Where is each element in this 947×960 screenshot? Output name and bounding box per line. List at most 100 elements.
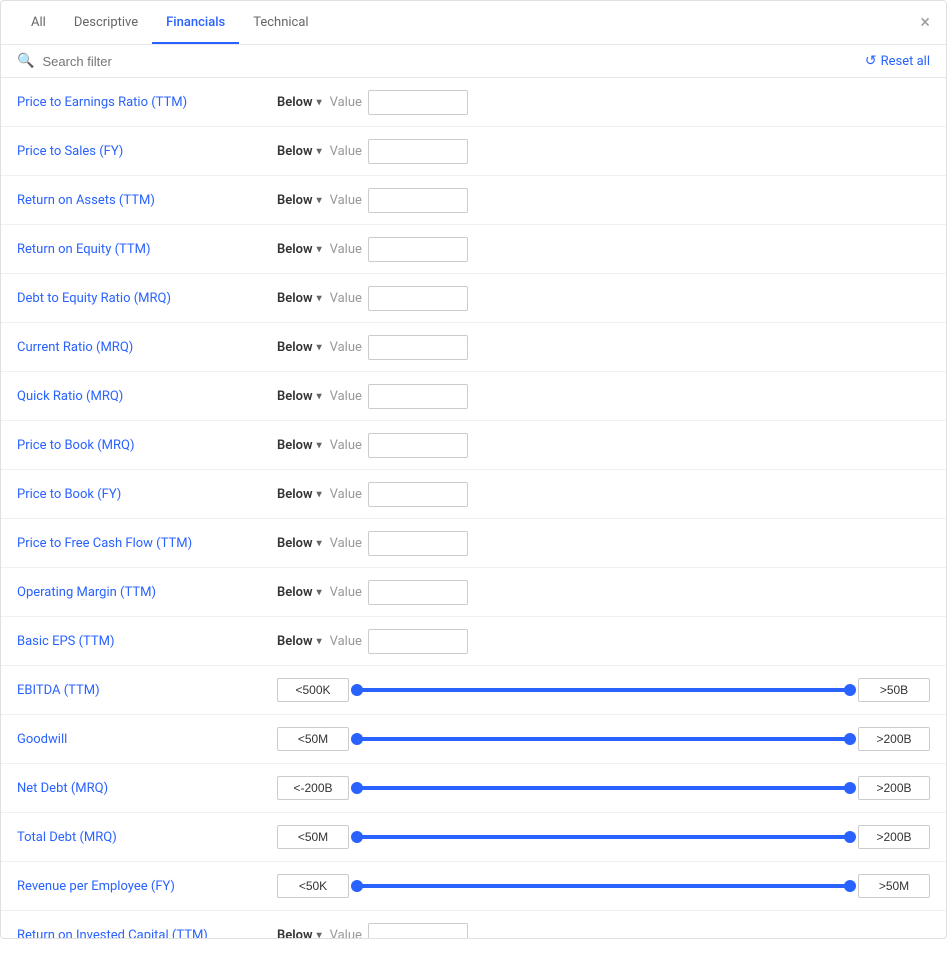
filter-row-pb-fy: Price to Book (FY) Below ▾ Value <box>1 470 946 519</box>
below-label: Below <box>277 291 313 306</box>
slider-ebitda <box>277 678 930 702</box>
tab-descriptive[interactable]: Descriptive <box>60 3 152 44</box>
filter-label-ps-ratio: Price to Sales (FY) <box>17 144 277 159</box>
below-dropdown-pfcf[interactable]: Below ▾ <box>277 536 322 551</box>
below-label: Below <box>277 928 313 938</box>
filter-row-ebitda: EBITDA (TTM) <box>1 666 946 715</box>
filter-label-total-debt: Total Debt (MRQ) <box>17 830 277 845</box>
slider-min-goodwill[interactable] <box>277 727 349 751</box>
below-dropdown-roa[interactable]: Below ▾ <box>277 193 322 208</box>
filter-label-pb-mrq: Price to Book (MRQ) <box>17 438 277 453</box>
slider-track-total-debt[interactable] <box>357 835 850 839</box>
search-icon: 🔍 <box>17 53 34 69</box>
value-input-basic-eps[interactable] <box>368 629 468 654</box>
chevron-down-icon: ▾ <box>317 930 322 938</box>
value-input-roic[interactable] <box>368 923 468 938</box>
slider-thumb-left-rev-employee[interactable] <box>351 880 363 892</box>
slider-min-ebitda[interactable] <box>277 678 349 702</box>
value-input-quick-ratio[interactable] <box>368 384 468 409</box>
chevron-down-icon: ▾ <box>317 636 322 647</box>
slider-max-total-debt[interactable] <box>858 825 930 849</box>
below-dropdown-ps-ratio[interactable]: Below ▾ <box>277 144 322 159</box>
slider-thumb-left-total-debt[interactable] <box>351 831 363 843</box>
filter-row-pfcf: Price to Free Cash Flow (TTM) Below ▾ Va… <box>1 519 946 568</box>
tab-financials[interactable]: Financials <box>152 3 239 44</box>
filter-row-op-margin: Operating Margin (TTM) Below ▾ Value <box>1 568 946 617</box>
slider-thumb-right-goodwill[interactable] <box>844 733 856 745</box>
reset-all-button[interactable]: ↺ Reset all <box>865 53 930 69</box>
below-dropdown-roe[interactable]: Below ▾ <box>277 242 322 257</box>
filter-label-rev-employee: Revenue per Employee (FY) <box>17 879 277 894</box>
value-input-ps-ratio[interactable] <box>368 139 468 164</box>
filter-label-basic-eps: Basic EPS (TTM) <box>17 634 277 649</box>
value-input-roe[interactable] <box>368 237 468 262</box>
value-input-pb-fy[interactable] <box>368 482 468 507</box>
filter-label-op-margin: Operating Margin (TTM) <box>17 585 277 600</box>
value-input-pe-ratio[interactable] <box>368 90 468 115</box>
filter-label-pe-ratio: Price to Earnings Ratio (TTM) <box>17 95 277 110</box>
reset-all-label: Reset all <box>881 54 930 69</box>
value-input-op-margin[interactable] <box>368 580 468 605</box>
value-input-roa[interactable] <box>368 188 468 213</box>
slider-thumb-left-net-debt[interactable] <box>351 782 363 794</box>
chevron-down-icon: ▾ <box>317 489 322 500</box>
below-label: Below <box>277 193 313 208</box>
filter-label-goodwill: Goodwill <box>17 732 277 747</box>
below-dropdown-pe-ratio[interactable]: Below ▾ <box>277 95 322 110</box>
slider-thumb-right-ebitda[interactable] <box>844 684 856 696</box>
slider-max-net-debt[interactable] <box>858 776 930 800</box>
slider-thumb-left-ebitda[interactable] <box>351 684 363 696</box>
slider-thumb-right-net-debt[interactable] <box>844 782 856 794</box>
value-input-current-ratio[interactable] <box>368 335 468 360</box>
slider-thumb-right-total-debt[interactable] <box>844 831 856 843</box>
slider-track-rev-employee[interactable] <box>357 884 850 888</box>
value-input-pb-mrq[interactable] <box>368 433 468 458</box>
below-label: Below <box>277 634 313 649</box>
slider-max-goodwill[interactable] <box>858 727 930 751</box>
chevron-down-icon: ▾ <box>317 244 322 255</box>
below-dropdown-basic-eps[interactable]: Below ▾ <box>277 634 322 649</box>
value-label: Value <box>330 193 362 208</box>
value-label: Value <box>330 291 362 306</box>
slider-min-total-debt[interactable] <box>277 825 349 849</box>
below-dropdown-current-ratio[interactable]: Below ▾ <box>277 340 322 355</box>
value-label: Value <box>330 438 362 453</box>
slider-max-rev-employee[interactable] <box>858 874 930 898</box>
below-dropdown-debt-equity[interactable]: Below ▾ <box>277 291 322 306</box>
slider-min-rev-employee[interactable] <box>277 874 349 898</box>
value-label: Value <box>330 585 362 600</box>
chevron-down-icon: ▾ <box>317 538 322 549</box>
slider-max-ebitda[interactable] <box>858 678 930 702</box>
tab-technical[interactable]: Technical <box>239 3 322 44</box>
close-button[interactable]: × <box>920 14 930 32</box>
slider-track-net-debt[interactable] <box>357 786 850 790</box>
slider-net-debt <box>277 776 930 800</box>
below-dropdown-quick-ratio[interactable]: Below ▾ <box>277 389 322 404</box>
search-input[interactable] <box>42 54 864 69</box>
slider-thumb-right-rev-employee[interactable] <box>844 880 856 892</box>
value-input-pfcf[interactable] <box>368 531 468 556</box>
below-dropdown-roic[interactable]: Below ▾ <box>277 928 322 938</box>
filter-label-pb-fy: Price to Book (FY) <box>17 487 277 502</box>
below-label: Below <box>277 438 313 453</box>
chevron-down-icon: ▾ <box>317 440 322 451</box>
below-dropdown-op-margin[interactable]: Below ▾ <box>277 585 322 600</box>
tab-all[interactable]: All <box>17 3 60 44</box>
below-label: Below <box>277 487 313 502</box>
filter-list: Price to Earnings Ratio (TTM) Below ▾ Va… <box>1 78 946 938</box>
filter-label-pfcf: Price to Free Cash Flow (TTM) <box>17 536 277 551</box>
below-label: Below <box>277 340 313 355</box>
slider-track-goodwill[interactable] <box>357 737 850 741</box>
filter-label-roe: Return on Equity (TTM) <box>17 242 277 257</box>
chevron-down-icon: ▾ <box>317 391 322 402</box>
chevron-down-icon: ▾ <box>317 97 322 108</box>
chevron-down-icon: ▾ <box>317 146 322 157</box>
value-input-debt-equity[interactable] <box>368 286 468 311</box>
slider-min-net-debt[interactable] <box>277 776 349 800</box>
slider-track-ebitda[interactable] <box>357 688 850 692</box>
below-dropdown-pb-fy[interactable]: Below ▾ <box>277 487 322 502</box>
search-bar: 🔍 ↺ Reset all <box>1 45 946 78</box>
below-dropdown-pb-mrq[interactable]: Below ▾ <box>277 438 322 453</box>
slider-thumb-left-goodwill[interactable] <box>351 733 363 745</box>
filter-row-quick-ratio: Quick Ratio (MRQ) Below ▾ Value <box>1 372 946 421</box>
